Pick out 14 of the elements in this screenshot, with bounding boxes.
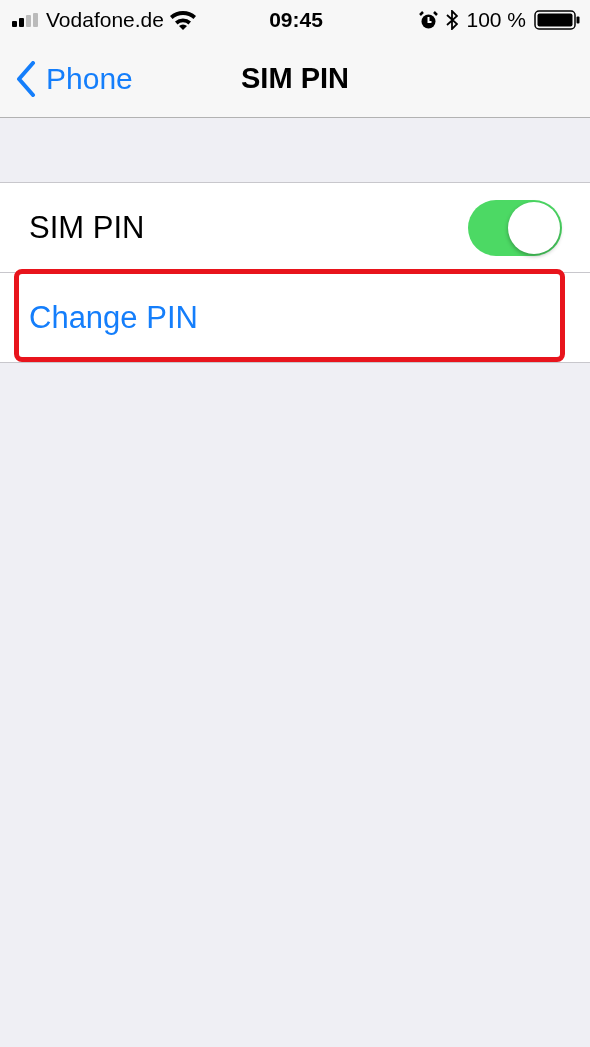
back-button[interactable]: Phone <box>0 48 133 109</box>
battery-percent: 100 % <box>466 8 526 32</box>
alarm-icon <box>419 10 439 30</box>
battery-icon <box>534 10 580 30</box>
clock-time: 09:45 <box>269 8 323 32</box>
screen-title: SIM PIN <box>241 62 349 94</box>
toggle-switch[interactable] <box>468 199 562 256</box>
back-chevron-icon <box>16 60 36 97</box>
row-label: SIM PIN <box>29 209 145 246</box>
action-link[interactable]: Change PIN <box>29 299 198 336</box>
carrier-name: Vodafone.de <box>46 8 164 32</box>
wifi-icon <box>169 10 196 30</box>
signal-icon <box>12 13 40 27</box>
bluetooth-icon <box>446 10 459 30</box>
